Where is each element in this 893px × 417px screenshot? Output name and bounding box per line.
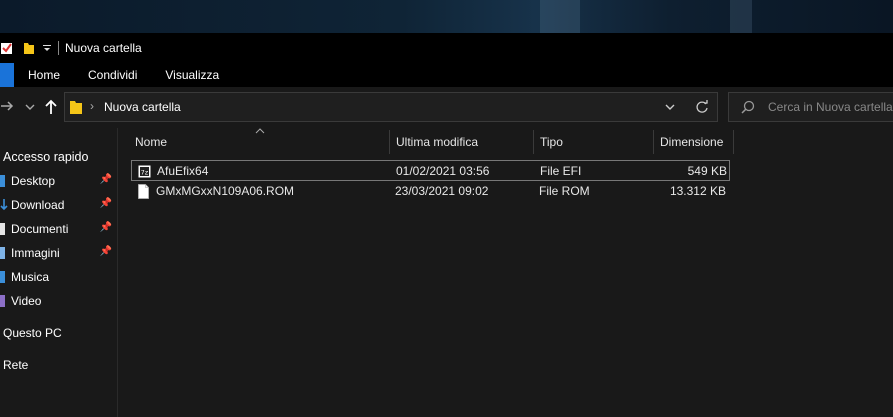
- pane-divider[interactable]: [117, 128, 118, 417]
- file-size: 549 KB: [687, 164, 727, 178]
- search-icon: [741, 100, 755, 114]
- sidebar-item-label: Immagini: [11, 246, 60, 260]
- pictures-icon: [0, 247, 5, 259]
- column-header-modified[interactable]: Ultima modifica: [389, 128, 533, 156]
- sidebar-item-desktop[interactable]: Desktop 📌: [0, 170, 118, 192]
- file-size: 13.312 KB: [669, 184, 726, 198]
- pin-icon: 📌: [99, 246, 112, 257]
- tab-home[interactable]: Home: [14, 63, 74, 87]
- sidebar-item-label: Download: [11, 198, 65, 212]
- column-headers: Nome Ultima modifica Tipo Dimensione: [128, 128, 738, 156]
- file-name: GMxMGxxN109A06.ROM: [156, 184, 295, 198]
- pin-icon: 📌: [99, 222, 112, 233]
- sidebar-item-pictures[interactable]: Immagini 📌: [0, 242, 118, 264]
- sidebar-item-label: Video: [11, 294, 42, 308]
- file-type: File ROM: [539, 184, 590, 198]
- music-icon: [0, 271, 5, 283]
- column-header-name[interactable]: Nome: [128, 128, 389, 156]
- sidebar-item-label: Rete: [3, 358, 29, 372]
- window-title: Nuova cartella: [65, 41, 142, 55]
- svg-text:7z: 7z: [141, 169, 149, 177]
- sidebar-item-label: Questo PC: [3, 326, 62, 340]
- navigation-pane: Accesso rapido Desktop 📌 Download 📌 Docu…: [0, 140, 118, 417]
- column-separator[interactable]: [733, 130, 734, 154]
- file-name: AfuEfix64: [157, 164, 209, 178]
- sidebar-item-this-pc[interactable]: Questo PC: [3, 322, 121, 344]
- file-tab[interactable]: [0, 63, 14, 87]
- file-modified: 01/02/2021 03:56: [396, 164, 490, 178]
- pin-icon: 📌: [99, 198, 112, 209]
- search-box[interactable]: Cerca in Nuova cartella: [728, 92, 893, 122]
- sidebar-item-label: Musica: [11, 270, 50, 284]
- sidebar-item-music[interactable]: Musica: [0, 266, 118, 288]
- column-header-type[interactable]: Tipo: [533, 128, 653, 156]
- file-modified: 23/03/2021 09:02: [395, 184, 489, 198]
- new-folder-icon[interactable]: [22, 41, 36, 55]
- address-dropdown-icon[interactable]: [665, 103, 675, 111]
- efi-file-icon: 7z: [138, 165, 151, 178]
- title-separator: [58, 41, 59, 55]
- forward-icon[interactable]: [0, 99, 14, 113]
- sidebar-item-quick-access[interactable]: Accesso rapido: [3, 146, 121, 168]
- file-type: File EFI: [540, 164, 582, 178]
- column-header-size[interactable]: Dimensione: [653, 128, 733, 156]
- tab-view[interactable]: Visualizza: [151, 63, 233, 87]
- sidebar-item-network[interactable]: Rete: [3, 354, 121, 376]
- refresh-icon[interactable]: [695, 100, 709, 114]
- address-bar[interactable]: › Nuova cartella: [64, 92, 718, 122]
- rom-file-icon: [138, 184, 149, 199]
- sidebar-item-videos[interactable]: Video: [0, 290, 118, 312]
- title-bar: Nuova cartella: [0, 33, 893, 63]
- folder-icon: [70, 101, 82, 114]
- file-row[interactable]: 7z AfuEfix64 01/02/2021 03:56 File EFI 5…: [131, 160, 730, 181]
- sidebar-item-label: Documenti: [11, 222, 69, 236]
- search-placeholder: Cerca in Nuova cartella: [768, 100, 893, 114]
- up-arrow-icon[interactable]: [44, 99, 58, 115]
- sidebar-item-documents[interactable]: Documenti 📌: [0, 218, 118, 240]
- customize-toolbar-icon[interactable]: [42, 41, 52, 55]
- sidebar-item-label: Accesso rapido: [3, 150, 89, 164]
- file-row[interactable]: GMxMGxxN109A06.ROM 23/03/2021 09:02 File…: [131, 181, 730, 202]
- desktop-wallpaper: [0, 0, 893, 33]
- videos-icon: [0, 295, 5, 307]
- sidebar-item-download[interactable]: Download 📌: [0, 194, 118, 216]
- properties-icon[interactable]: [0, 41, 14, 55]
- recent-locations-icon[interactable]: [25, 103, 35, 111]
- download-icon: [0, 199, 8, 211]
- breadcrumb-separator: ›: [90, 99, 94, 113]
- ribbon: Home Condividi Visualizza: [0, 63, 893, 87]
- desktop-icon: [0, 175, 5, 187]
- pin-icon: 📌: [99, 174, 112, 185]
- tab-share[interactable]: Condividi: [74, 63, 151, 87]
- sidebar-item-label: Desktop: [11, 174, 56, 188]
- breadcrumb-current[interactable]: Nuova cartella: [104, 100, 181, 114]
- wallpaper-detail: [540, 0, 580, 33]
- documents-icon: [0, 223, 5, 235]
- wallpaper-detail: [730, 0, 752, 33]
